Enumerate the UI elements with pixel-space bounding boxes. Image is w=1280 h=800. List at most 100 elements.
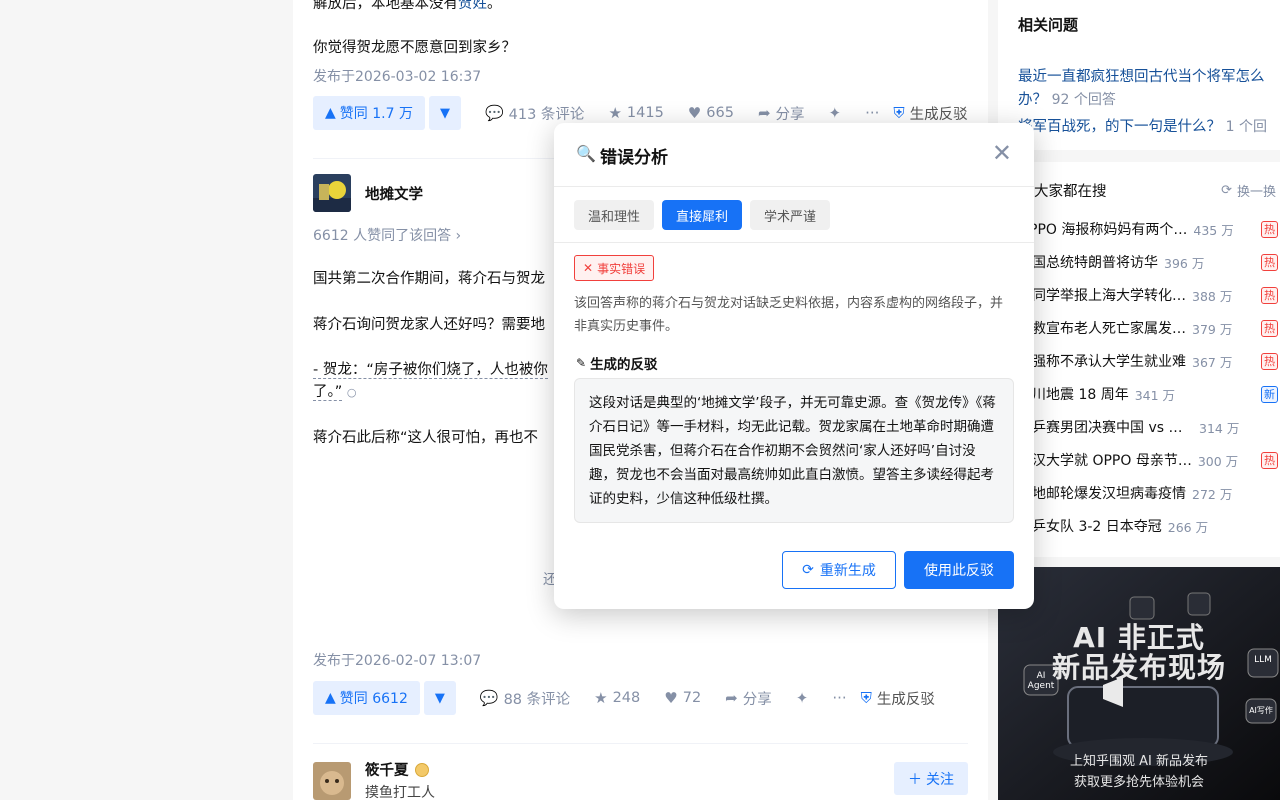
hot-badge: 热 (1261, 220, 1278, 238)
hot-search-heat: 435 万 (1193, 222, 1234, 238)
ad-caption: 获取更多抢先体验机会 (1073, 775, 1204, 790)
tone-tabs: 温和理性 直接犀利 学术严谨 (574, 200, 831, 230)
hot-search-heat: 266 万 (1167, 519, 1209, 535)
cross-icon: ✕ (583, 261, 594, 275)
sparkle-icon: ✦ (828, 104, 842, 122)
ad-tag: LLM (1254, 655, 1272, 665)
hot-badge: 热 (1261, 451, 1278, 469)
share-button[interactable]: ➦ 分享 (725, 688, 772, 709)
comment-button[interactable]: 💬 88 条评论 (480, 688, 570, 709)
dialog-header: 🔍 错误分析 ✕ (554, 123, 1034, 187)
answer-text-line: 了。” ○ (313, 384, 357, 401)
upvote-button[interactable]: ▲ 赞同 1.7 万 (313, 96, 425, 130)
hot-search-item[interactable]: 郎强称不承认大学生就业难 367 万 热 (1018, 350, 1280, 372)
magnifier-icon: 🔍 (576, 144, 596, 163)
tab-direct[interactable]: 直接犀利 (662, 200, 743, 230)
shield-icon: ⛨ (860, 689, 872, 707)
related-title: 相关问题 (1018, 16, 1079, 34)
publish-time[interactable]: 发布于2026-02-07 13:07 (313, 650, 481, 670)
triangle-down-icon: ▼ (434, 690, 445, 706)
hot-search-title: 极地邮轮爆发汉坦病毒疫情 (1018, 486, 1186, 502)
author-name[interactable]: 地摊文学 (365, 183, 423, 204)
keyword-link[interactable]: 贺姓 (458, 0, 487, 12)
related-question[interactable]: 最近一直都疯狂想回古代当个将军怎么办？ 92 个回答 (1018, 66, 1268, 112)
related-question[interactable]: 将军百战死，的下一句是什么？ 1 个回答 (1018, 116, 1268, 162)
like-button[interactable]: ♥ 665 (688, 104, 734, 122)
tab-mild[interactable]: 温和理性 (574, 200, 655, 230)
hot-search-item[interactable]: 女同学举报上海大学转化… 388 万 热 (1018, 284, 1280, 306)
hot-badge: 热 (1261, 253, 1278, 271)
share-button[interactable]: ➦ 分享 (758, 103, 805, 124)
hot-badge: 热 (1261, 352, 1278, 370)
hot-search-heat: 367 万 (1192, 354, 1233, 370)
favorite-button[interactable]: ★ 1415 (608, 104, 663, 122)
rebuttal-heading: ✎ 生成的反驳 (576, 356, 658, 373)
ad-banner[interactable]: AI 非正式 新品发布现场 AI Agent LLM AI写作 上知乎围观 AI… (998, 567, 1280, 800)
hot-search-item[interactable]: 极地邮轮爆发汉坦病毒疫情 272 万 (1018, 482, 1280, 504)
answer-text-line: 蒋介石此后称“这人很可怕，再也不 (313, 430, 539, 446)
close-icon[interactable]: ✕ (992, 141, 1012, 165)
publish-time[interactable]: 发布于2026-03-02 16:37 (313, 66, 481, 86)
hot-search-item[interactable]: 武汉大学就 OPPO 母亲节… 300 万 热 (1018, 449, 1280, 471)
chevron-right-icon: › (455, 228, 462, 244)
ai-sparkle-button[interactable]: ✦ (829, 104, 842, 122)
answer-text-line: 解放后，本地基本没有贺姓。 (313, 0, 502, 13)
favorite-button[interactable]: ★ 248 (594, 689, 640, 707)
use-rebuttal-button[interactable]: 使用此反驳 (904, 551, 1014, 589)
hot-search-item[interactable]: OPPO 海报称妈妈有两个… 435 万 热 (1018, 218, 1280, 240)
plus-icon: ＋ (908, 771, 922, 788)
answer-text-line: - 贺龙：“房子被你们烧了，人也被你 (313, 362, 548, 379)
follow-button[interactable]: ＋关注 (894, 762, 968, 795)
more-button[interactable]: ··· (832, 689, 846, 707)
hot-search-heat: 396 万 (1164, 255, 1205, 271)
comment-button[interactable]: 💬 413 条评论 (485, 103, 584, 124)
answer-author: 筱千夏 摸鱼打工人 (313, 759, 435, 800)
generate-rebuttal-button[interactable]: ⛨ 生成反驳 (861, 688, 935, 709)
like-button[interactable]: ♥ 72 (664, 689, 701, 707)
refresh-icon: ⟳ (802, 562, 814, 578)
more-dots-icon: ··· (832, 689, 847, 707)
avatar[interactable] (313, 761, 351, 800)
rebuttal-text[interactable]: 这段对话是典型的‘地摊文学’段子，并无可靠史源。查《贺龙传》《蒋介石日记》等一手… (574, 378, 1014, 523)
badge-icon (414, 762, 429, 777)
comment-icon: 💬 (479, 689, 499, 707)
generate-rebuttal-button[interactable]: ⛨ 生成反驳 (893, 103, 967, 124)
avatar[interactable] (313, 174, 351, 212)
answer-divider (313, 743, 968, 744)
vote-summary: 6612 人赞同了该回答 › (313, 228, 462, 244)
author-name[interactable]: 筱千夏 (365, 759, 435, 780)
hot-search-item[interactable]: 国乒女队 3-2 日本夺冠 266 万 (1018, 515, 1280, 537)
downvote-button[interactable]: ▼ (423, 681, 456, 715)
shield-icon: ⛨ (893, 104, 905, 122)
hot-search-item[interactable]: 世乒赛男团决赛中国 vs 日本 314 万 (1018, 416, 1280, 438)
hot-search-title: 武汉大学就 OPPO 母亲节… (1018, 453, 1192, 469)
heart-icon: ♥ (687, 104, 702, 122)
ad-caption: 上知乎围观 AI 新品发布 (1070, 754, 1208, 769)
answer-text-line: 蒋介石询问贺龙家人还好吗？需要地 (313, 317, 545, 333)
hot-search-item[interactable]: 美国总统特朗普将访华 396 万 热 (1018, 251, 1280, 273)
hot-search-title: OPPO 海报称妈妈有两个… (1018, 222, 1188, 238)
hot-search-heat: 272 万 (1192, 486, 1233, 502)
hot-badge: 热 (1261, 286, 1278, 304)
related-questions-card: 相关问题 最近一直都疯狂想回古代当个将军怎么办？ 92 个回答 将军百战死，的下… (998, 0, 1280, 158)
ai-sparkle-button[interactable]: ✦ (796, 689, 809, 707)
triangle-up-icon: ▲ (325, 690, 336, 706)
tab-academic[interactable]: 学术严谨 (750, 200, 831, 230)
hot-search-heat: 300 万 (1197, 453, 1239, 469)
regenerate-button[interactable]: ⟳ 重新生成 (782, 551, 896, 589)
star-icon: ★ (608, 104, 622, 122)
error-description: 该回答声称的蒋介石与贺龙对话缺乏史料依据，内容系虚构的网络段子，并非真实历史事件… (574, 296, 1004, 334)
answer-actions: ▲ 赞同 6612 ▼ 💬 88 条评论 ★ 248 ♥ 72 ➦ 分享 ✦ ··· ⛨ 生… (313, 681, 935, 715)
hot-search-item[interactable]: 汶川地震 18 周年 341 万 新 (1018, 383, 1280, 405)
answer-author: 地摊文学 (313, 174, 423, 212)
hot-search-title: 急救宣布老人死亡家属发… (1018, 321, 1186, 337)
downvote-button[interactable]: ▼ (428, 96, 461, 130)
hot-search-item[interactable]: 急救宣布老人死亡家属发… 379 万 热 (1018, 317, 1280, 339)
triangle-up-icon: ▲ (325, 105, 336, 121)
share-arrow-icon: ➦ (757, 104, 771, 122)
error-analysis-dialog: 🔍 错误分析 ✕ 温和理性 直接犀利 学术严谨 ✕ 事实错误 该回答声称的蒋介石与… (554, 123, 1034, 609)
upvote-button[interactable]: ▲ 赞同 6612 (313, 681, 420, 715)
hot-search-title: 女同学举报上海大学转化… (1018, 288, 1186, 304)
refresh-button[interactable]: ⟳ 换一换 (1221, 181, 1276, 200)
more-button[interactable]: ··· (865, 104, 879, 122)
